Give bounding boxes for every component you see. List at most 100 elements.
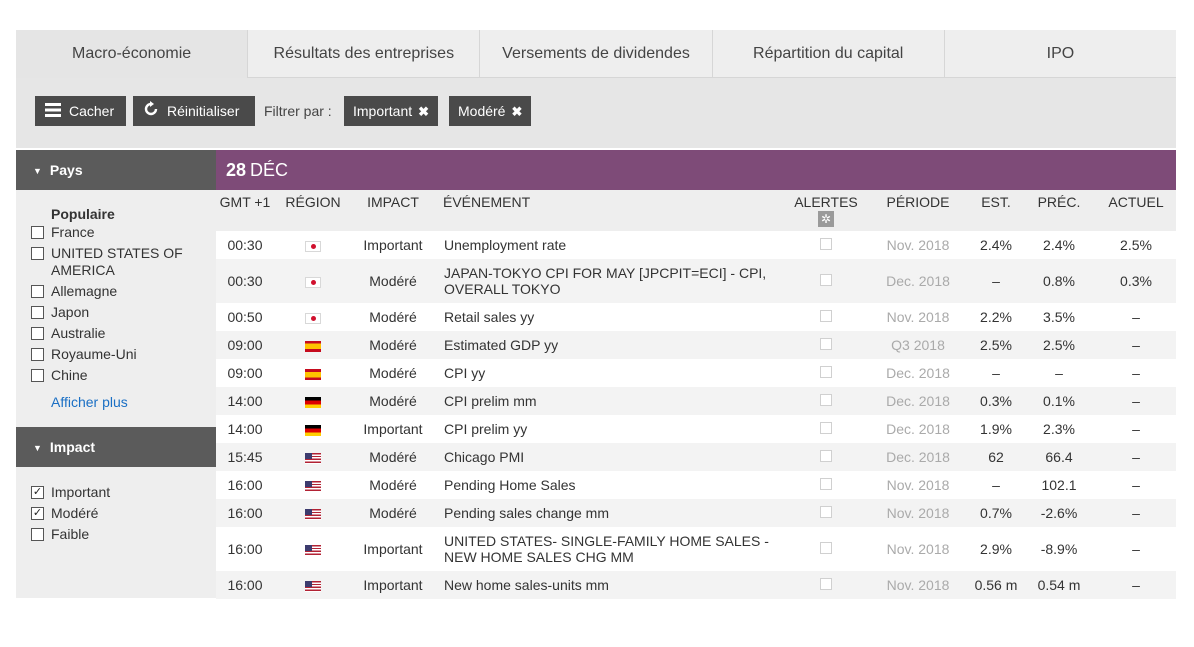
tab-item[interactable]: Résultats des entreprises — [247, 30, 480, 78]
alert-checkbox[interactable] — [820, 478, 832, 490]
jp-flag-icon — [305, 312, 321, 324]
tab-item[interactable]: Répartition du capital — [711, 30, 944, 78]
close-icon[interactable]: ✖ — [511, 104, 522, 119]
close-icon[interactable]: ✖ — [418, 104, 429, 119]
checkbox[interactable] — [31, 247, 44, 260]
alert-checkbox[interactable] — [820, 506, 832, 518]
alert-checkbox[interactable] — [820, 578, 832, 590]
checkbox-option[interactable]: Chine — [16, 367, 216, 384]
impact-cell: Important — [352, 415, 434, 443]
us-flag-icon — [305, 452, 321, 464]
checkbox-option[interactable]: UNITED STATES OF AMERICA — [16, 245, 216, 279]
tab-item[interactable]: Macro-économie — [16, 30, 248, 78]
checkbox[interactable] — [31, 226, 44, 239]
events-table-body: 00:30 Important Unemployment rate Nov. 2018… — [216, 231, 1176, 599]
checkbox[interactable] — [31, 369, 44, 382]
date-day: 28 — [226, 160, 247, 180]
alert-checkbox[interactable] — [820, 366, 832, 378]
region-cell — [274, 471, 352, 499]
alert-checkbox[interactable] — [820, 274, 832, 286]
checkbox[interactable] — [31, 285, 44, 298]
estimate-cell: 2.5% — [970, 331, 1022, 359]
alert-cell — [786, 387, 866, 415]
reset-button[interactable]: Réinitialiser — [133, 96, 255, 126]
checkbox-label: Royaume-Uni — [51, 346, 137, 362]
time-cell: 14:00 — [216, 415, 274, 443]
alert-cell — [786, 331, 866, 359]
de-flag-icon — [305, 396, 321, 408]
event-cell: New home sales-units mm — [434, 571, 786, 599]
checkbox-option[interactable]: Japon — [16, 304, 216, 321]
impact-cell: Modéré — [352, 499, 434, 527]
filter-chip-label: Important — [353, 103, 413, 119]
impact-cell: Modéré — [352, 259, 434, 303]
impact-section-header[interactable]: ▼ Impact — [16, 427, 216, 467]
previous-cell: 0.1% — [1022, 387, 1096, 415]
checkbox-option[interactable]: Australie — [16, 325, 216, 342]
period-cell: Nov. 2018 — [866, 471, 970, 499]
previous-cell: 0.54 m — [1022, 571, 1096, 599]
alert-checkbox[interactable] — [820, 542, 832, 554]
actual-cell: – — [1096, 527, 1176, 571]
table-row: 09:00 Modéré Estimated GDP yy Q3 2018 2.5% 2.… — [216, 331, 1176, 359]
checkbox[interactable] — [31, 528, 44, 541]
tab-item[interactable]: Versements de dividendes — [479, 30, 712, 78]
alert-checkbox[interactable] — [820, 310, 832, 322]
checkbox[interactable]: ✓ — [31, 507, 44, 520]
actual-cell: – — [1096, 443, 1176, 471]
alert-cell — [786, 231, 866, 259]
checkbox-option[interactable]: ✓ Modéré — [16, 505, 216, 522]
tab-item[interactable]: IPO — [943, 30, 1177, 78]
time-cell: 00:50 — [216, 303, 274, 331]
alert-checkbox[interactable] — [820, 450, 832, 462]
checkbox-option[interactable]: France — [16, 224, 216, 241]
gear-icon[interactable]: ✲ — [818, 211, 834, 227]
region-cell — [274, 415, 352, 443]
checkbox[interactable]: ✓ — [31, 486, 44, 499]
checkbox-label: Australie — [51, 325, 106, 341]
us-flag-icon — [305, 508, 321, 520]
events-table: GMT +1 RÉGION IMPACT ÉVÉNEMENT ALERTES ✲ … — [216, 190, 1176, 599]
alert-cell — [786, 527, 866, 571]
actual-cell: 2.5% — [1096, 231, 1176, 259]
event-cell: Pending Home Sales — [434, 471, 786, 499]
show-more-link[interactable]: Afficher plus — [16, 394, 216, 410]
country-section-header[interactable]: ▼ Pays — [16, 150, 216, 190]
checkbox[interactable] — [31, 348, 44, 361]
category-tabs: Macro-économie Résultats des entreprises V… — [16, 30, 1177, 78]
filter-chip-modere[interactable]: Modéré ✖ — [449, 96, 532, 126]
checkbox-option[interactable]: ✓ Important — [16, 484, 216, 501]
table-row: 00:30 Modéré JAPAN-TOKYO CPI FOR MAY [JPCP… — [216, 259, 1176, 303]
table-row: 14:00 Modéré CPI prelim mm Dec. 2018 0.3% 0.1… — [216, 387, 1176, 415]
period-cell: Dec. 2018 — [866, 387, 970, 415]
alert-checkbox[interactable] — [820, 394, 832, 406]
alert-cell — [786, 571, 866, 599]
event-cell: CPI prelim mm — [434, 387, 786, 415]
checkbox[interactable] — [31, 327, 44, 340]
alert-checkbox[interactable] — [820, 338, 832, 350]
checkbox-option[interactable]: Allemagne — [16, 283, 216, 300]
filter-label: Filtrer par : — [264, 103, 332, 119]
event-cell: Unemployment rate — [434, 231, 786, 259]
period-cell: Nov. 2018 — [866, 527, 970, 571]
alert-checkbox[interactable] — [820, 422, 832, 434]
alert-cell — [786, 359, 866, 387]
filter-chip-important[interactable]: Important ✖ — [344, 96, 439, 126]
table-row: 16:00 Important New home sales-units mm Nov… — [216, 571, 1176, 599]
alert-cell — [786, 415, 866, 443]
reset-button-label: Réinitialiser — [167, 103, 240, 119]
estimate-cell: 0.3% — [970, 387, 1022, 415]
actual-cell: – — [1096, 499, 1176, 527]
checkbox-option[interactable]: Faible — [16, 526, 216, 543]
popular-heading: Populaire — [51, 206, 115, 222]
checkbox-option[interactable]: Royaume-Uni — [16, 346, 216, 363]
alert-checkbox[interactable] — [820, 238, 832, 250]
period-cell: Dec. 2018 — [866, 359, 970, 387]
region-cell — [274, 527, 352, 571]
table-row: 14:00 Important CPI prelim yy Dec. 2018 1.9%… — [216, 415, 1176, 443]
period-cell: Dec. 2018 — [866, 259, 970, 303]
calendar-panel: 28 DÉC GMT +1 RÉGION IMPACT ÉVÉNEMENT ALE… — [216, 150, 1176, 599]
hide-button[interactable]: Cacher — [35, 96, 126, 126]
impact-cell: Modéré — [352, 359, 434, 387]
checkbox[interactable] — [31, 306, 44, 319]
